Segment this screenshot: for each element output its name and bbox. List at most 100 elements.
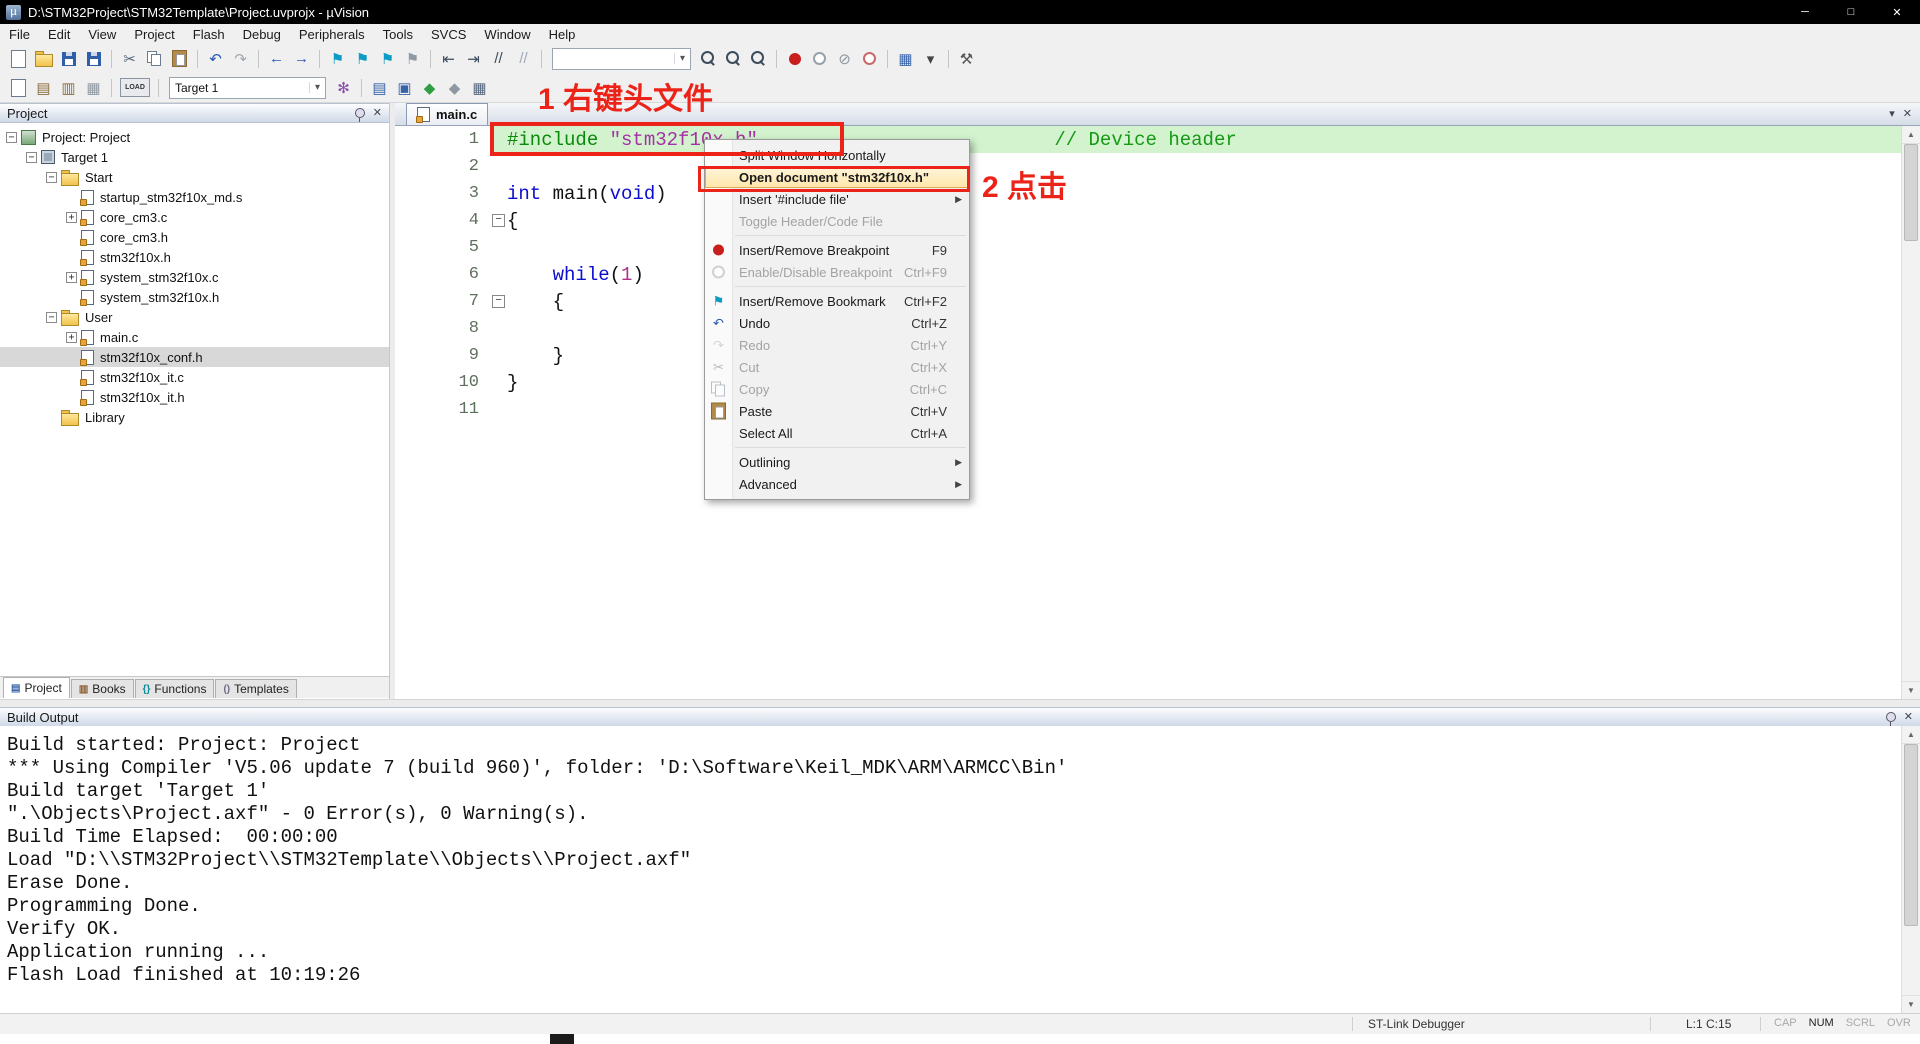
undo-icon[interactable]: ↶ bbox=[204, 48, 227, 69]
code-line[interactable]: 2 bbox=[395, 153, 1901, 180]
code-line[interactable]: 7− { bbox=[395, 288, 1901, 315]
menu-edit[interactable]: Edit bbox=[39, 25, 79, 44]
fold-toggle-icon[interactable]: − bbox=[492, 295, 505, 308]
tab-list-icon[interactable]: ▾ bbox=[1889, 109, 1895, 120]
context-menu-insert-remove-bookmark[interactable]: ⚑Insert/Remove BookmarkCtrl+F2 bbox=[705, 290, 969, 312]
open-file-icon[interactable] bbox=[32, 48, 55, 69]
tree-item-system-stm32f10x-c[interactable]: +system_stm32f10x.c bbox=[0, 267, 389, 287]
pin-icon[interactable] bbox=[1886, 712, 1896, 722]
tab-books[interactable]: ▥Books bbox=[71, 679, 134, 698]
tree-item-stm32f10x-it-c[interactable]: stm32f10x_it.c bbox=[0, 367, 389, 387]
scroll-up-icon[interactable]: ▲ bbox=[1902, 126, 1920, 144]
tree-expander-icon[interactable]: − bbox=[46, 172, 57, 183]
menu-debug[interactable]: Debug bbox=[234, 25, 290, 44]
fold-toggle-icon[interactable]: − bbox=[492, 214, 505, 227]
menu-file[interactable]: File bbox=[0, 25, 39, 44]
tab-templates[interactable]: ()Templates bbox=[215, 679, 296, 698]
close-document-icon[interactable]: ✕ bbox=[1903, 109, 1912, 120]
tree-item-stm32f10x-it-h[interactable]: stm32f10x_it.h bbox=[0, 387, 389, 407]
tree-expander-icon[interactable]: + bbox=[66, 332, 77, 343]
redo-icon[interactable]: ↷ bbox=[229, 48, 252, 69]
context-menu-select-all[interactable]: Select AllCtrl+A bbox=[705, 422, 969, 444]
tree-item-core-cm3-c[interactable]: +core_cm3.c bbox=[0, 207, 389, 227]
kill-breakpoints-icon[interactable]: ⊘ bbox=[833, 48, 856, 69]
find-text-combo[interactable]: ▾ bbox=[552, 48, 691, 70]
menu-tools[interactable]: Tools bbox=[374, 25, 422, 44]
new-file-icon[interactable] bbox=[7, 48, 30, 69]
batch-build-icon[interactable]: ▦ bbox=[82, 77, 105, 98]
find-in-files-icon[interactable] bbox=[697, 48, 720, 69]
scroll-down-icon[interactable]: ▼ bbox=[1902, 681, 1920, 699]
code-line[interactable]: 5 bbox=[395, 234, 1901, 261]
context-menu-advanced[interactable]: Advanced▶ bbox=[705, 473, 969, 495]
tree-item-main-c[interactable]: +main.c bbox=[0, 327, 389, 347]
tree-item-start[interactable]: −Start bbox=[0, 167, 389, 187]
context-menu-paste[interactable]: PasteCtrl+V bbox=[705, 400, 969, 422]
editor-scrollbar[interactable]: ▲ ▼ bbox=[1901, 126, 1920, 699]
paste-icon[interactable] bbox=[168, 48, 191, 69]
scrollbar-thumb[interactable] bbox=[1904, 144, 1918, 241]
insert-breakpoint-icon[interactable] bbox=[783, 48, 806, 69]
comment-selection-icon[interactable]: // bbox=[487, 48, 510, 69]
context-menu-outlining[interactable]: Outlining▶ bbox=[705, 451, 969, 473]
menu-peripherals[interactable]: Peripherals bbox=[290, 25, 374, 44]
configure-icon[interactable]: ⚒ bbox=[955, 48, 978, 69]
tree-item-project-project[interactable]: −Project: Project bbox=[0, 127, 389, 147]
code-line[interactable]: 8 bbox=[395, 315, 1901, 342]
pin-icon[interactable] bbox=[355, 108, 365, 118]
navigate-forward-icon[interactable]: → bbox=[290, 48, 313, 69]
code-line[interactable]: 11 bbox=[395, 396, 1901, 423]
manage-project-items-icon[interactable]: ▤ bbox=[368, 77, 391, 98]
options-for-target-icon[interactable]: ✻ bbox=[332, 77, 355, 98]
code-line[interactable]: 6 while(1) bbox=[395, 261, 1901, 288]
context-menu-insert-remove-breakpoint[interactable]: Insert/Remove BreakpointF9 bbox=[705, 239, 969, 261]
close-icon[interactable]: ✕ bbox=[373, 108, 382, 119]
scroll-down-icon[interactable]: ▼ bbox=[1902, 995, 1920, 1013]
build-output-scrollbar[interactable]: ▲ ▼ bbox=[1901, 726, 1920, 1013]
next-bookmark-icon[interactable]: ⚑ bbox=[376, 48, 399, 69]
tree-expander-icon[interactable]: − bbox=[6, 132, 17, 143]
tree-expander-icon[interactable]: + bbox=[66, 212, 77, 223]
enable-breakpoints-icon[interactable] bbox=[858, 48, 881, 69]
tree-item-core-cm3-h[interactable]: core_cm3.h bbox=[0, 227, 389, 247]
menu-flash[interactable]: Flash bbox=[184, 25, 234, 44]
output-splitter[interactable] bbox=[0, 699, 1920, 707]
minimize-button[interactable]: ─ bbox=[1782, 0, 1828, 24]
pack-installer-icon[interactable]: ▦ bbox=[468, 77, 491, 98]
menu-window[interactable]: Window bbox=[475, 25, 539, 44]
save-all-icon[interactable] bbox=[82, 48, 105, 69]
menu-project[interactable]: Project bbox=[125, 25, 183, 44]
code-line[interactable]: 4−{ bbox=[395, 207, 1901, 234]
tab-functions[interactable]: {}Functions bbox=[135, 679, 215, 698]
target-select[interactable]: Target 1▾ bbox=[169, 77, 326, 99]
run-time-environment-icon[interactable]: ◆ bbox=[418, 77, 441, 98]
tree-expander-icon[interactable]: + bbox=[66, 272, 77, 283]
tree-expander-icon[interactable]: − bbox=[26, 152, 37, 163]
navigate-back-icon[interactable]: ← bbox=[265, 48, 288, 69]
incremental-find-icon[interactable] bbox=[747, 48, 770, 69]
uncomment-selection-icon[interactable]: // bbox=[512, 48, 535, 69]
scrollbar-thumb[interactable] bbox=[1904, 744, 1918, 926]
disable-breakpoint-icon[interactable] bbox=[808, 48, 831, 69]
debug-windows-icon[interactable]: ▦ bbox=[894, 48, 917, 69]
rebuild-icon[interactable]: ▥ bbox=[57, 77, 80, 98]
download-icon[interactable]: LOAD bbox=[118, 77, 152, 98]
menu-view[interactable]: View bbox=[79, 25, 125, 44]
code-line[interactable]: 10} bbox=[395, 369, 1901, 396]
tab-project[interactable]: ▤Project bbox=[3, 677, 70, 698]
tree-item-system-stm32f10x-h[interactable]: system_stm32f10x.h bbox=[0, 287, 389, 307]
build-icon[interactable]: ▤ bbox=[32, 77, 55, 98]
close-button[interactable]: ✕ bbox=[1874, 0, 1920, 24]
code-area[interactable]: 1#include "stm32f10x.h" // Device header… bbox=[395, 126, 1901, 699]
menu-svcs[interactable]: SVCS bbox=[422, 25, 475, 44]
code-line[interactable]: 3int main(void) bbox=[395, 180, 1901, 207]
tree-item-user[interactable]: −User bbox=[0, 307, 389, 327]
translate-icon[interactable] bbox=[7, 77, 30, 98]
clear-bookmarks-icon[interactable]: ⚑ bbox=[401, 48, 424, 69]
scroll-up-icon[interactable]: ▲ bbox=[1902, 726, 1920, 744]
tab-main-c[interactable]: main.c bbox=[406, 103, 488, 125]
maximize-button[interactable]: □ bbox=[1828, 0, 1874, 24]
cut-icon[interactable]: ✂ bbox=[118, 48, 141, 69]
debug-windows-caret-icon[interactable]: ▾ bbox=[919, 48, 942, 69]
copy-icon[interactable] bbox=[143, 48, 166, 69]
